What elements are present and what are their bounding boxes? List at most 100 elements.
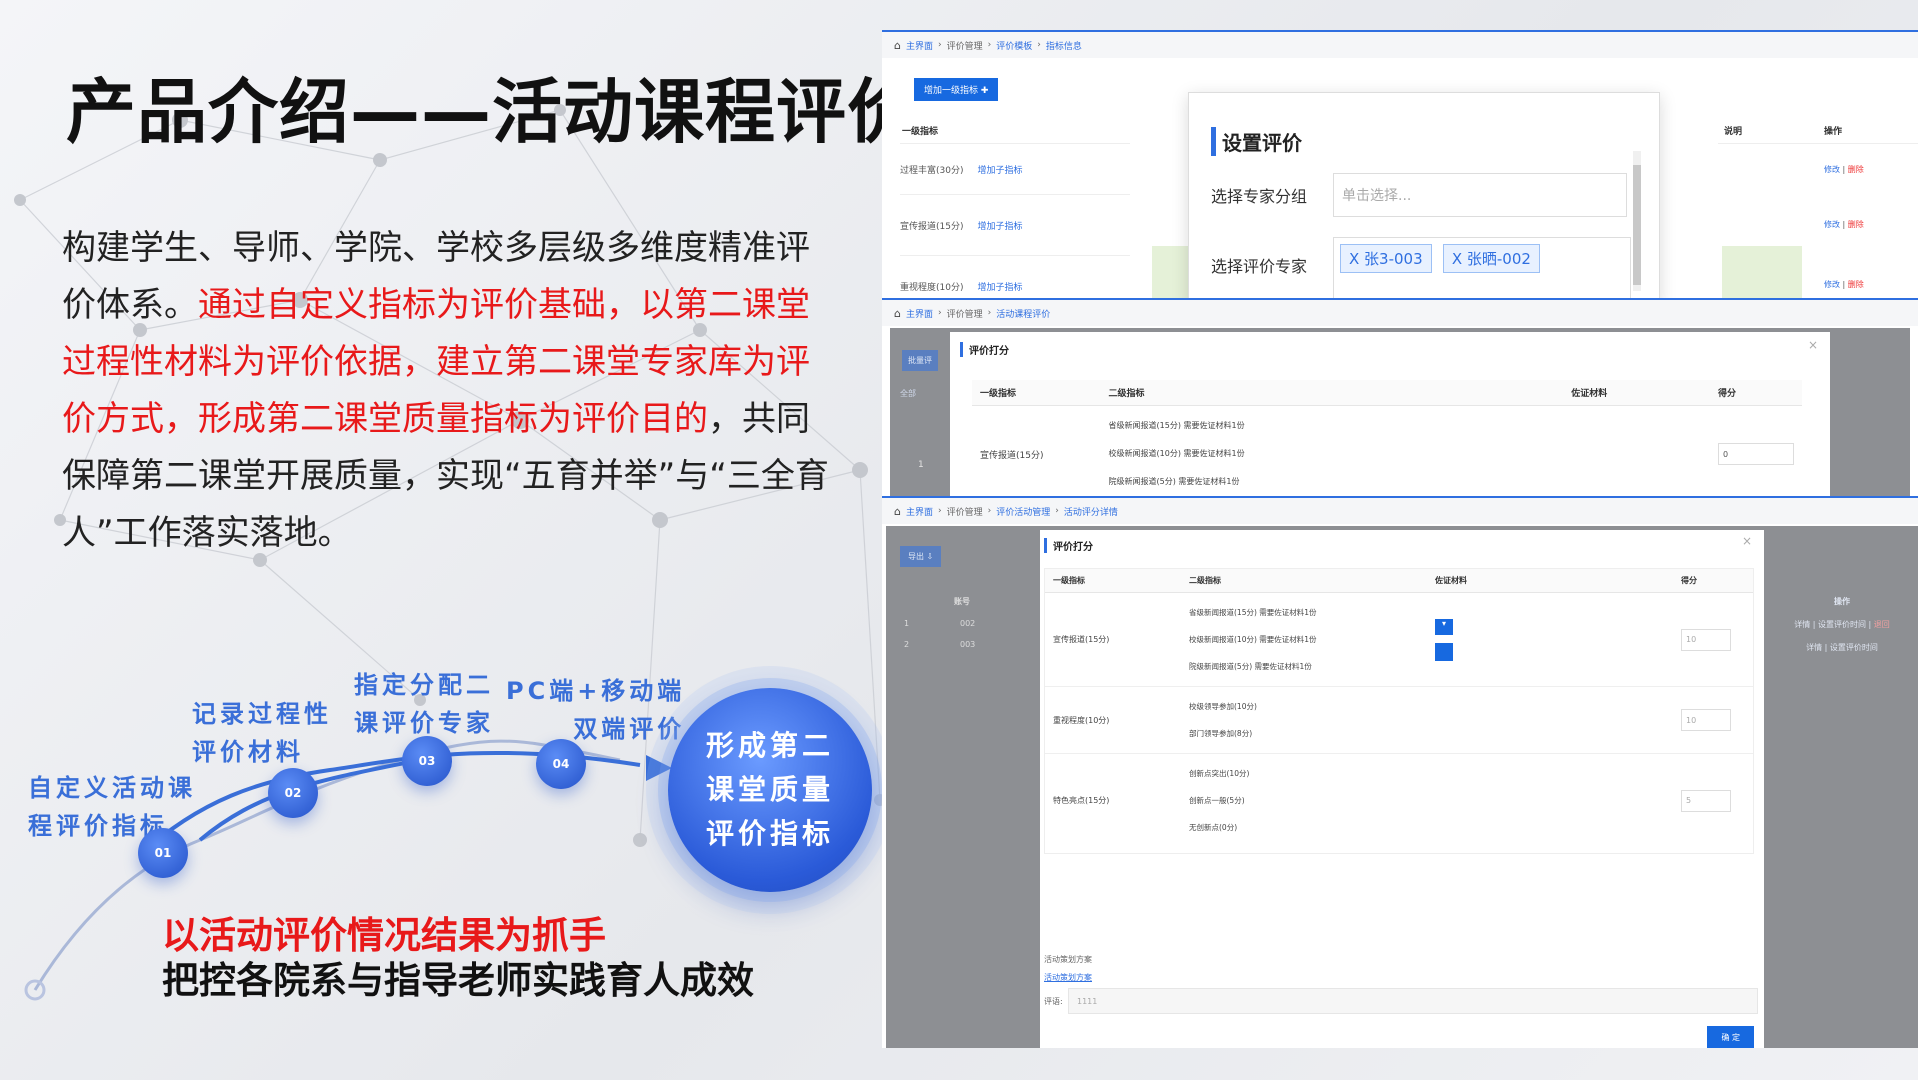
breadcrumb-item[interactable]: 评价活动管理 <box>996 505 1050 518</box>
col-evidence: 佐证材料 <box>1427 569 1673 593</box>
breadcrumb: ⌂ 主界面 › 评价管理 › 活动课程评价 <box>882 298 1918 326</box>
col-score: 得分 <box>1710 380 1802 406</box>
step-3-label: 指定分配二 课评价专家 <box>354 666 494 742</box>
score-cell: 0 <box>1710 405 1802 496</box>
level1-cell: 宣传报道(15分) <box>972 405 1101 496</box>
close-icon[interactable]: × <box>1742 534 1752 548</box>
dialog-title: 评价打分 <box>1044 538 1093 553</box>
score-input[interactable]: 0 <box>1718 443 1794 465</box>
step-3-node: 03 <box>402 736 452 786</box>
return-link[interactable]: 退回 <box>1874 620 1890 629</box>
indicator-table-right: 说明 操作 修改 | 删除 修改 | 删除 修改 | 删除 <box>1718 118 1918 298</box>
background-table-right: 操作 详情 | 设置评价时间 | 退回 详情 | 设置评价时间 <box>1772 590 1912 659</box>
delete-link[interactable]: 删除 <box>1848 279 1864 290</box>
evidence-cell <box>1427 754 1673 848</box>
level2-item: 省级新闻报道(15分) 需要佐证材料1份 <box>1108 421 1245 430</box>
step-2-label-line2: 评价材料 <box>192 738 304 766</box>
expert-tag-input[interactable]: X 张3-003 X 张晒-002 <box>1333 237 1631 298</box>
dialog-title: 评价打分 <box>960 342 1009 357</box>
add-sub-link[interactable]: 增加子指标 <box>977 280 1022 293</box>
detail-link[interactable]: 详情 <box>1806 643 1822 652</box>
step-2-node: 02 <box>268 768 318 818</box>
col-score: 得分 <box>1673 569 1753 593</box>
group-select[interactable]: 单击选择... <box>1333 173 1627 217</box>
col-evidence: 佐证材料 <box>1563 380 1710 406</box>
level2-item: 院级新闻报道(5分) 需要佐证材料1份 <box>1108 477 1240 486</box>
breadcrumb-item[interactable]: 评价管理 <box>947 39 983 52</box>
scrollbar-thumb[interactable] <box>1633 165 1641 285</box>
scrollbar[interactable] <box>1633 151 1641 291</box>
table-row: 宣传报道(15分) 省级新闻报道(15分) 需要佐证材料1份 校级新闻报道(10… <box>972 405 1802 496</box>
row-account: 002 <box>960 619 976 628</box>
table-row: 宣传报道(15分) 增加子指标 <box>900 195 1130 256</box>
home-icon: ⌂ <box>894 306 901 320</box>
score-input[interactable]: 5 <box>1681 789 1731 812</box>
breadcrumb-item[interactable]: 活动评分详情 <box>1064 505 1118 518</box>
level2-cell: 创新点突出(10分) 创新点一般(5分) 无创新点(0分) <box>1181 754 1427 848</box>
expert-tag[interactable]: X 张3-003 <box>1340 244 1432 273</box>
level2-item: 创新点一般(5分) <box>1189 796 1245 805</box>
score-input[interactable]: 10 <box>1681 709 1731 731</box>
set-time-link[interactable]: 设置评价时间 <box>1818 620 1866 629</box>
home-icon: ⌂ <box>894 504 901 518</box>
score-input[interactable]: 10 <box>1681 628 1731 651</box>
tab-all[interactable]: 全部 <box>900 388 916 399</box>
edit-link[interactable]: 修改 <box>1824 164 1840 175</box>
score-cell: 5 <box>1673 754 1753 848</box>
row-number: 1 <box>918 460 924 470</box>
edit-link[interactable]: 修改 <box>1824 219 1840 230</box>
dropdown-icon[interactable]: ▾ <box>1435 618 1453 635</box>
breadcrumb-item[interactable]: 指标信息 <box>1046 39 1082 52</box>
export-button[interactable]: 导出 ⇩ <box>900 546 942 567</box>
plan-link[interactable]: 活动策划方案 <box>1044 972 1092 983</box>
col-ops: 操作 <box>1824 127 1843 137</box>
add-sub-link[interactable]: 增加子指标 <box>977 219 1022 232</box>
screenshot-course-evaluation: ⌂ 主界面 › 评价管理 › 活动课程评价 批量评 全部 1 评价打分 × 一级指标… <box>882 298 1918 496</box>
home-icon: ⌂ <box>894 38 901 52</box>
evidence-cell <box>1563 405 1710 496</box>
step-2-label-line1: 记录过程性 <box>192 700 332 728</box>
row-number: 1 <box>904 619 910 628</box>
background-table-left: 账号 1 002 2 003 <box>898 590 1008 655</box>
page-title: 产品介绍——活动课程评价 <box>66 71 918 153</box>
indicator-table-left: 一级指标 过程丰富(30分) 增加子指标 宣传报道(15分) 增加子指标 重视程… <box>900 118 1130 298</box>
add-level1-button[interactable]: 增加一级指标 ✚ <box>914 78 999 101</box>
level1-cell: 重视程度(10分) <box>1045 686 1181 754</box>
score-dialog: 评价打分 × 一级指标 二级指标 佐证材料 得分 宣传报道(15分) 省级新闻报… <box>950 332 1830 496</box>
level1-cell: 特色亮点(15分) <box>1053 796 1110 805</box>
screenshot-indicator-settings: ⌂ 主界面 › 评价管理 › 评价模板 › 指标信息 增加一级指标 ✚ 一级指标 过程… <box>882 30 1918 298</box>
batch-button[interactable]: 批量评 <box>902 350 938 371</box>
delete-link[interactable]: 删除 <box>1848 164 1864 175</box>
final-goal-circle: 形成第二 课堂质量 评价指标 <box>668 688 872 892</box>
level2-item: 部门领导参加(8分) <box>1189 729 1253 738</box>
comment-input[interactable]: 1111 <box>1068 988 1758 1014</box>
col-level1: 一级指标 <box>900 118 1130 144</box>
breadcrumb-item[interactable]: 主界面 <box>906 307 933 320</box>
col-level2: 二级指标 <box>1100 380 1564 406</box>
breadcrumb-item[interactable]: 评价管理 <box>947 505 983 518</box>
confirm-button[interactable]: 确 定 <box>1707 1026 1754 1048</box>
group-label: 选择专家分组 <box>1211 187 1308 206</box>
expert-label: 选择评价专家 <box>1211 257 1308 276</box>
delete-link[interactable]: 删除 <box>1848 219 1864 230</box>
level1-cell: 宣传报道(15分) <box>1045 592 1181 687</box>
evidence-file-icon[interactable] <box>1435 642 1453 661</box>
level2-cell: 校级领导参加(10分) 部门领导参加(8分) <box>1181 686 1427 754</box>
edit-link[interactable]: 修改 <box>1824 279 1840 290</box>
breadcrumb-item[interactable]: 活动课程评价 <box>996 307 1050 320</box>
set-time-link[interactable]: 设置评价时间 <box>1830 643 1878 652</box>
level2-item: 创新点突出(10分) <box>1189 769 1250 778</box>
breadcrumb-item[interactable]: 主界面 <box>906 505 933 518</box>
breadcrumb-item[interactable]: 评价模板 <box>996 39 1032 52</box>
add-sub-link[interactable]: 增加子指标 <box>977 163 1022 176</box>
step-1-label-line1: 自定义活动课 <box>28 774 196 802</box>
expert-tag[interactable]: X 张晒-002 <box>1442 244 1540 273</box>
breadcrumb-item[interactable]: 主界面 <box>906 39 933 52</box>
score-table: 一级指标 二级指标 佐证材料 得分 宣传报道(15分) 省级新闻报道(15分) … <box>972 380 1802 496</box>
detail-link[interactable]: 详情 <box>1794 620 1810 629</box>
col-level2: 二级指标 <box>1181 569 1427 593</box>
col-level1: 一级指标 <box>972 380 1101 406</box>
close-icon[interactable]: × <box>1808 338 1818 352</box>
table-row: 宣传报道(15分) 省级新闻报道(15分) 需要佐证材料1份 校级新闻报道(10… <box>1045 592 1753 687</box>
breadcrumb-item[interactable]: 评价管理 <box>947 307 983 320</box>
